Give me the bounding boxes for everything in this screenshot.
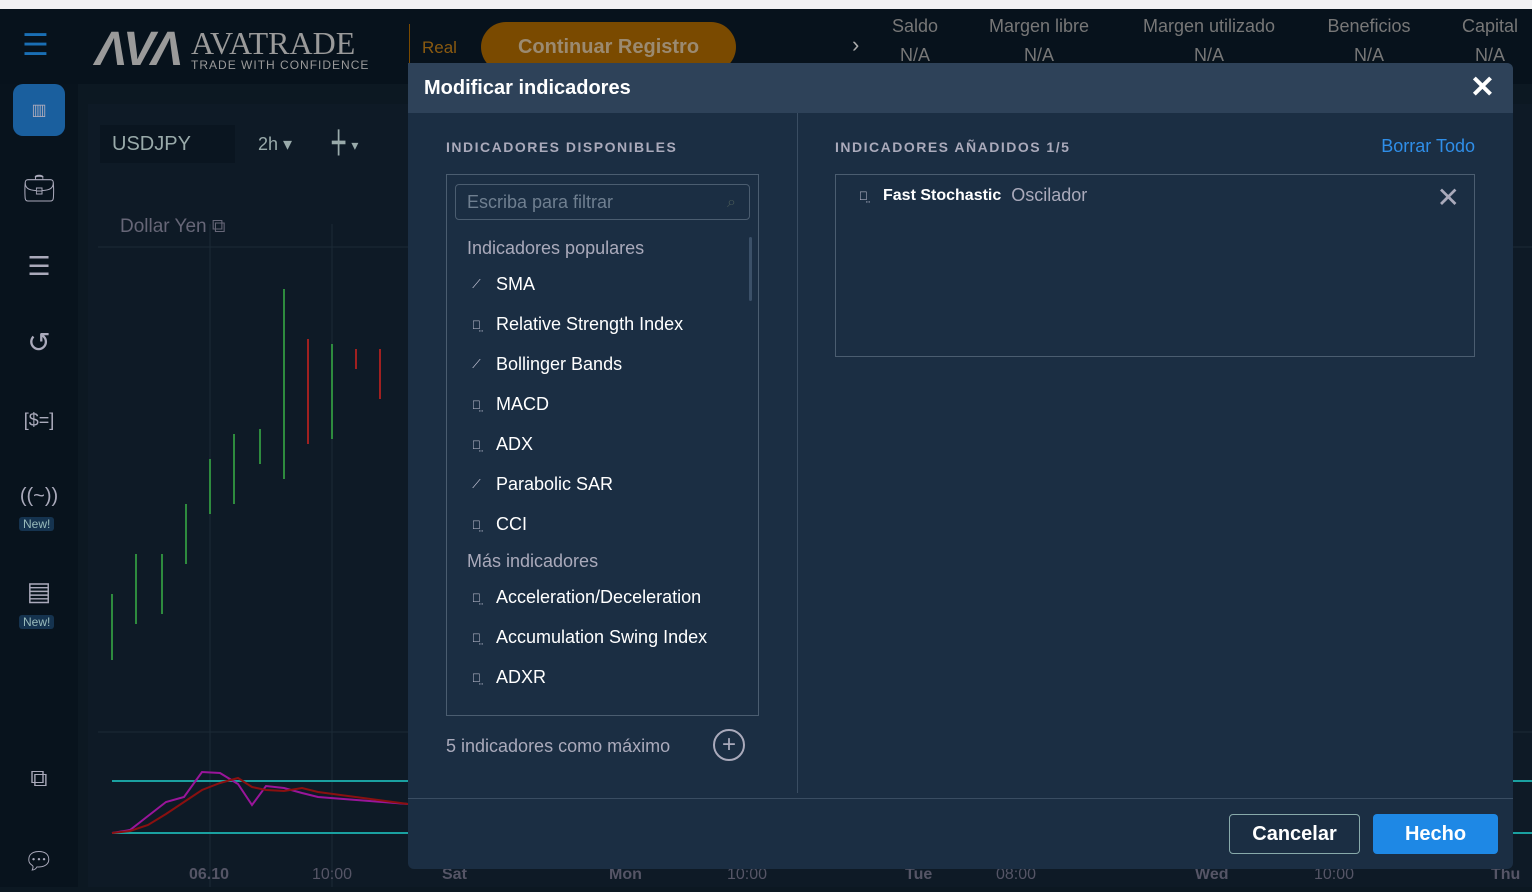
chart-title: Dollar Yen ⧉ <box>120 216 226 237</box>
stat-saldo: Saldo N/A <box>891 16 939 65</box>
dialog-title: Modificar indicadores <box>424 76 631 99</box>
indicator-item[interactable]: ⌒̤ CCI <box>467 514 527 535</box>
new-badge: New! <box>19 615 55 629</box>
browser-strip <box>0 0 1532 9</box>
search-icon: ⌕ <box>727 194 736 211</box>
timeframe-selector[interactable]: 2h ▾ <box>258 134 292 155</box>
stat-margen-libre: Margen libre N/A <box>988 16 1090 65</box>
added-indicators-list: ⌒̤ Fast Stochastic Oscilador ✕ <box>835 174 1475 357</box>
available-title: INDICADORES DISPONIBLES <box>446 139 678 155</box>
video-icon[interactable]: ⧉ <box>13 753 65 805</box>
menu-icon[interactable]: ☰ <box>22 31 54 61</box>
signals-icon[interactable]: ((~)) <box>13 470 65 522</box>
avatrade-logo: ΛVΛ AVATRADE TRADE WITH CONFIDENCE <box>95 23 370 76</box>
oscillator-icon: ⌒̤ <box>472 670 481 685</box>
divider <box>797 113 798 793</box>
indicator-item[interactable]: ⌒̤ Acceleration/Deceleration <box>467 587 701 608</box>
oscillator-icon: ⌒̤ <box>472 397 481 412</box>
indicator-item[interactable]: ⟋ Bollinger Bands <box>467 354 622 375</box>
chart-type-selector[interactable]: ┿ ▾ <box>332 130 358 156</box>
indicator-item[interactable]: ⌒̤ Relative Strength Index <box>467 314 683 335</box>
oscillator-icon: ⌒̤ <box>472 437 481 452</box>
stat-margen-utilizado: Margen utilizado N/A <box>1142 16 1276 65</box>
done-button[interactable]: Hecho <box>1373 814 1498 854</box>
oscillator-icon: ⌒̤ <box>472 590 481 605</box>
indicator-item[interactable]: ⌒̤ ADX <box>467 434 533 455</box>
oscillator-icon: ⌒̤ <box>859 188 868 203</box>
indicator-item[interactable]: ⟋ SMA <box>467 274 535 295</box>
trend-icon: ⟋ <box>472 477 481 491</box>
news-icon[interactable]: ▤ <box>13 565 65 617</box>
chart-icon[interactable]: ▥ <box>13 84 65 136</box>
max-indicators-note: 5 indicadores como máximo <box>446 736 671 756</box>
cancel-button[interactable]: Cancelar <box>1229 814 1360 854</box>
group-more: Más indicadores <box>467 551 599 571</box>
trend-icon: ⟋ <box>472 357 481 371</box>
indicator-item[interactable]: ⌒̤ Accumulation Swing Index <box>467 627 707 648</box>
account-type: Real <box>409 24 457 64</box>
trend-icon: ⟋ <box>472 277 481 291</box>
oscillator-icon: ⌒̤ <box>472 317 481 332</box>
remove-indicator-icon[interactable]: ✕ <box>1437 181 1460 214</box>
indicator-item[interactable]: ⟋ Parabolic SAR <box>467 474 613 495</box>
divider <box>408 798 1513 799</box>
dialog-header: Modificar indicadores ✕ <box>408 63 1513 113</box>
modify-indicators-dialog: Modificar indicadores ✕ INDICADORES DISP… <box>408 63 1513 869</box>
payments-icon[interactable]: [$=] <box>13 394 65 446</box>
group-popular: Indicadores populares <box>467 238 645 258</box>
oscillator-icon: ⌒̤ <box>472 630 481 645</box>
indicator-item[interactable]: ⌒̤ ADXR <box>467 667 546 688</box>
chevron-right-icon[interactable]: › <box>852 32 859 58</box>
indicator-item[interactable]: ⌒̤ MACD <box>467 394 549 415</box>
chat-icon[interactable]: 💬︎ <box>13 835 65 887</box>
scrollbar[interactable] <box>749 237 752 301</box>
x-tick: 06.10 <box>189 866 230 883</box>
added-title: INDICADORES AÑADIDOS 1/5 <box>835 139 1071 155</box>
available-indicators-list[interactable]: ⌕ Indicadores populares ⟋SMA ⌒̤Relative … <box>446 174 759 716</box>
filter-input[interactable] <box>455 184 750 220</box>
close-icon[interactable]: ✕ <box>1470 73 1495 103</box>
new-badge: New! <box>19 517 55 531</box>
added-indicator[interactable]: ⌒̤ Fast Stochastic Oscilador <box>854 185 1087 206</box>
symbol-selector[interactable]: USDJPY <box>100 125 235 163</box>
briefcase-icon[interactable]: 💼︎ <box>13 162 65 214</box>
stat-beneficios: Beneficios N/A <box>1327 16 1411 65</box>
clear-all-link[interactable]: Borrar Todo <box>1381 136 1475 157</box>
add-indicator-button[interactable]: + <box>713 729 745 761</box>
external-link-icon[interactable]: ⧉ <box>212 216 226 237</box>
oscillator-icon: ⌒̤ <box>472 517 481 532</box>
stat-capital: Capital N/A <box>1461 16 1519 65</box>
list-icon[interactable]: ☰ <box>13 240 65 292</box>
x-tick: 10:00 <box>312 866 353 883</box>
history-icon[interactable]: ↺ <box>13 316 65 368</box>
